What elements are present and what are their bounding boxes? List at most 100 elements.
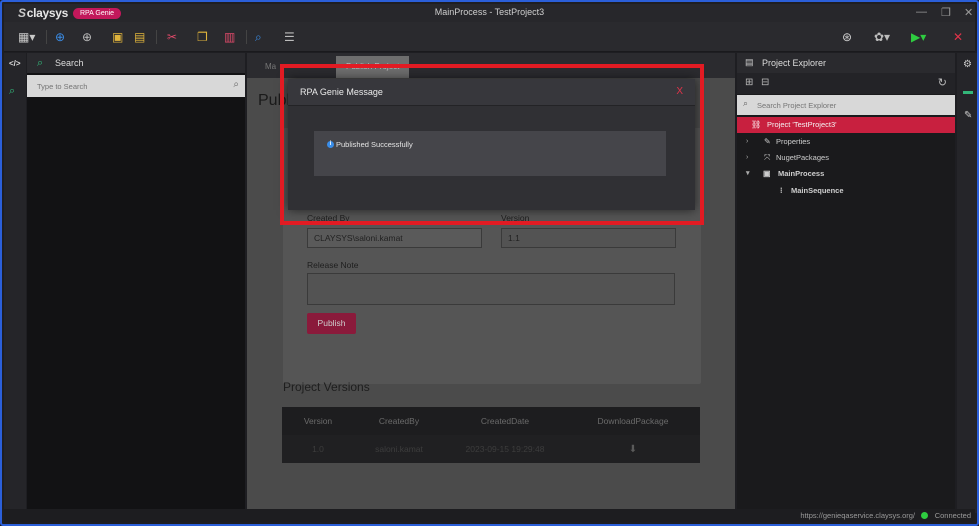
code-icon[interactable]: </> [9,59,21,68]
column-header: DownloadPackage [597,416,669,426]
connected-indicator-icon [921,512,928,519]
search-icon[interactable]: ⌕ [255,30,262,44]
project-explorer-title: Project Explorer [762,58,827,68]
panel-icon[interactable]: ▬ [963,86,973,97]
main-toolbar: ▦▾ ⊕ ⊕ ▣ ▤ ✂ ❐ ▥ ⌕ ☰ ⊛ ✿▾ ▶▾ ✕ [4,22,975,52]
explorer-toolbar: ⊞ ⊟ ↻ [737,73,955,94]
dialog-message: Published Successfully [336,140,413,149]
tree-item-properties[interactable]: › ✎ Properties [737,134,955,150]
tree-item-project[interactable]: ⛓ Project 'TestProject3' [737,117,955,133]
status-bar: https://genieqaservice.claysys.org/ Conn… [4,509,975,522]
search-panel-header: ⌕ Search [27,53,245,73]
connection-status: Connected [934,511,971,520]
created-by-label: Created By [307,213,350,223]
tree-item-nugetpackages[interactable]: › ⤧ NugetPackages [737,150,955,166]
created-by-cell: saloni.kamat [375,444,423,454]
document-tabs: Ma Publish Project [247,53,735,78]
tab-mainprocess[interactable]: Ma [255,56,286,78]
steering-icon[interactable]: ⊛ [842,30,852,44]
list-icon[interactable]: ☰ [284,30,295,44]
title-bar: Sclaysys RPA Genie MainProcess - TestPro… [4,4,975,22]
chevron-right-icon[interactable]: › [746,134,748,150]
search-panel-icon[interactable]: ⌕ [9,85,15,98]
minimize-button[interactable]: — [916,6,927,18]
version-field[interactable]: 1.1 [501,228,676,248]
version-label: Version [501,213,530,223]
tree-item-label: Project 'TestProject3' [767,120,837,129]
explorer-icon: ▤ [745,57,754,67]
settings-icon[interactable]: ⚙ [963,59,972,70]
dialog-title: RPA Genie Message [300,87,383,97]
dialog-header: RPA Genie Message X [288,79,695,106]
edit-icon[interactable]: ✎ [964,110,972,121]
tree-item-label: Properties [776,137,811,146]
add-circle-gray-icon[interactable]: ⊕ [82,30,92,44]
packages-icon: ⤧ [764,153,771,162]
toolbar-separator [156,30,157,44]
column-header: CreatedDate [480,416,530,426]
table-header-row: Version CreatedBy CreatedDate DownloadPa… [282,407,700,435]
process-icon: ▣ [763,169,771,178]
maximize-button[interactable]: ❐ [941,6,951,19]
version-cell: 1.0 [312,444,324,454]
collapse-all-icon[interactable]: ⊟ [761,77,769,88]
search-box: ⌕ [27,75,245,97]
add-circle-icon[interactable]: ⊕ [55,30,65,44]
toolbar-separator [246,30,247,44]
project-icon: ⛓ [751,120,762,129]
expand-all-icon[interactable]: ⊞ [745,77,753,88]
apps-grid-icon[interactable]: ▦▾ [18,30,35,44]
service-url: https://genieqaservice.claysys.org/ [800,511,915,520]
explorer-search-box: ⌕ [737,95,955,116]
window-title: MainProcess - TestProject3 [434,7,545,17]
info-icon: i [327,141,334,148]
column-header: Version [303,416,333,426]
versions-table: Version CreatedBy CreatedDate DownloadPa… [282,407,700,463]
search-icon: ⌕ [743,98,749,108]
search-icon[interactable]: ⌕ [233,79,239,90]
explorer-search-input[interactable] [737,95,947,116]
search-icon: ⌕ [37,57,44,69]
cut-icon[interactable]: ✂ [167,30,177,44]
paste-icon[interactable]: ▥ [224,30,235,44]
column-header: CreatedBy [378,416,420,426]
tree-item-label: MainSequence [791,186,844,195]
copy-icon[interactable]: ❐ [197,30,208,44]
search-panel-title: Search [55,58,84,68]
project-explorer-header: ▤ Project Explorer [737,53,955,73]
sequence-icon: ⁝ [780,186,783,195]
save-icon[interactable]: ▣ [112,30,123,44]
close-window-button[interactable]: ✕ [964,6,973,19]
tree-item-mainsequence[interactable]: ⁝ MainSequence [737,183,955,199]
refresh-icon[interactable]: ↻ [938,76,947,89]
right-activity-bar: ⚙ ▬ ✎ [957,53,977,513]
chevron-right-icon[interactable]: › [746,150,748,166]
download-icon[interactable]: ⬇ [629,444,637,455]
tree-item-label: MainProcess [778,169,825,178]
left-activity-bar: </> ⌕ [4,53,26,513]
toolbar-separator [46,30,47,44]
dialog-close-button[interactable]: X [676,86,683,97]
chevron-down-icon[interactable]: ▾ [746,166,750,182]
tree-item-mainprocess[interactable]: ▾ ▣ MainProcess [737,166,955,182]
run-dropdown-icon[interactable]: ▶▾ [911,30,926,44]
save-all-icon[interactable]: ▤ [134,30,145,44]
search-input[interactable] [27,75,217,97]
release-note-textarea[interactable] [307,273,675,305]
app-window: Sclaysys RPA Genie MainProcess - TestPro… [0,0,979,526]
download-cell: ⬇ [566,435,700,463]
project-versions-title: Project Versions [283,380,370,394]
stop-icon[interactable]: ✕ [953,30,963,44]
release-note-label: Release Note [307,260,359,270]
created-date-cell: 2023-09-15 19:29:48 [465,444,545,454]
project-explorer-panel: ▤ Project Explorer ⊞ ⊟ ↻ ⌕ ⛓ Project 'Te… [737,53,955,513]
tab-publish-project[interactable]: Publish Project [336,56,410,78]
table-row: 1.0 saloni.kamat 2023-09-15 19:29:48 ⬇ [282,435,700,463]
settings-dropdown-icon[interactable]: ✿▾ [874,30,890,44]
created-by-field: CLAYSYS\saloni.kamat [307,228,482,248]
publish-button[interactable]: Publish [307,313,356,334]
wrench-icon: ✎ [764,137,771,146]
tree-item-label: NugetPackages [776,153,829,162]
dialog-message-box: i Published Successfully [314,131,666,176]
search-panel: ⌕ Search ⌕ [27,53,245,513]
